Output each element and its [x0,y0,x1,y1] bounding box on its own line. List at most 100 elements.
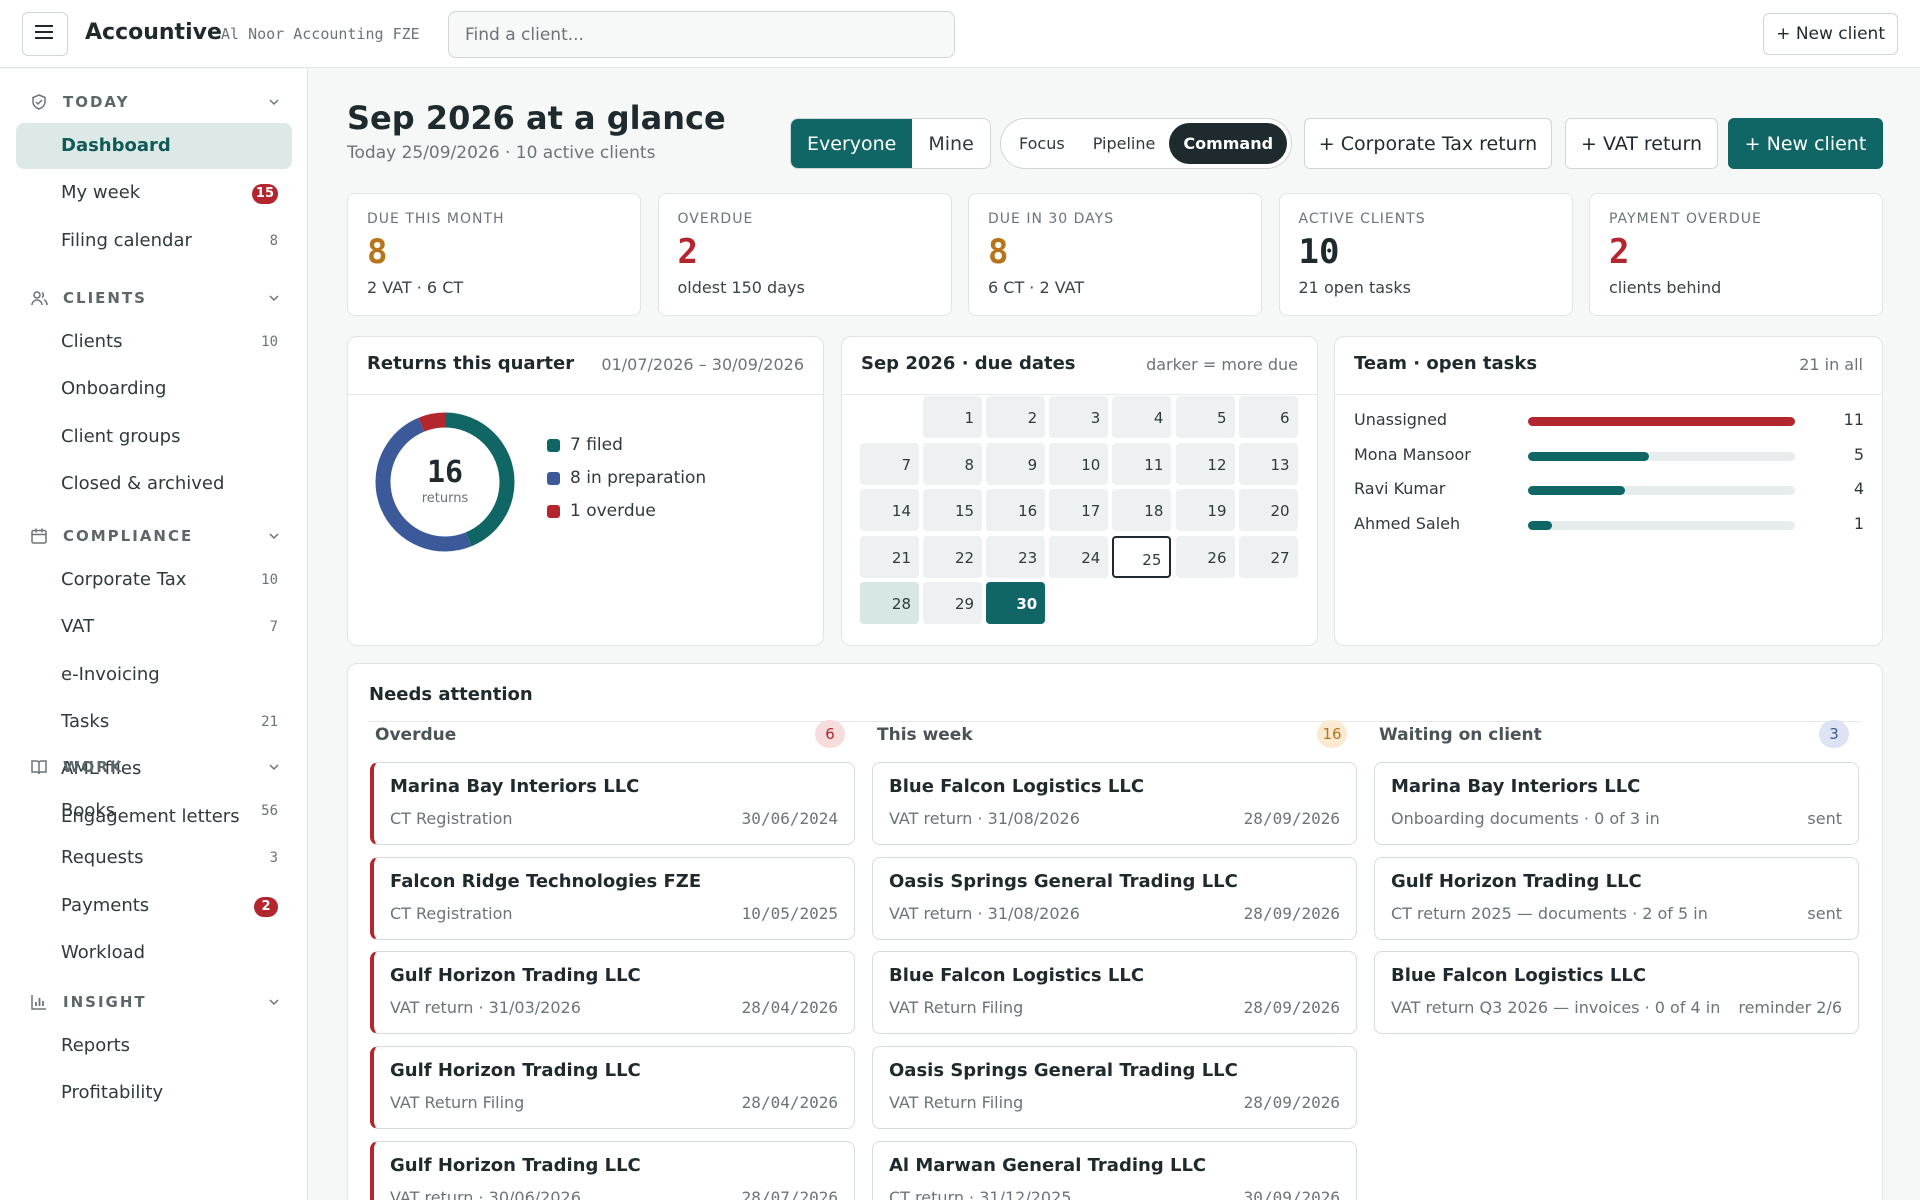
task-client-name: Marina Bay Interiors LLC [390,776,640,797]
calendar-day[interactable]: 7 [860,442,919,485]
calendar-day[interactable]: 8 [923,442,983,485]
calendar-day[interactable]: 22 [923,535,983,578]
sidebar-section-insight[interactable]: INSIGHT [0,984,307,1020]
attention-column-count: 16 [1317,720,1347,748]
task-client-name: Gulf Horizon Trading LLC [390,1060,641,1082]
team-bar-fill [1528,486,1626,496]
calendar-day[interactable]: 14 [860,489,919,531]
needs-attention-title: Needs attention [369,684,533,705]
calendar-day[interactable]: 9 [986,442,1046,485]
sidebar-section-compliance[interactable]: COMPLIANCE [0,518,307,554]
attention-task-card[interactable]: Al Marwan General Trading LLC CT return ·… [872,1140,1357,1200]
page-subtitle: Today 25/09/2026 · 10 active clients [347,143,656,163]
kpi-sub: 21 open tasks [1298,278,1411,297]
calendar-day[interactable]: 17 [1049,489,1109,531]
sidebar-item-workload[interactable]: Workload [16,930,292,976]
calendar-day[interactable]: 26 [1175,535,1235,578]
attention-task-card[interactable]: Oasis Springs General Trading LLC VAT ret… [872,856,1357,940]
sidebar-item-tasks[interactable]: Tasks 21 [16,699,292,745]
calendar-day[interactable]: 6 [1238,396,1298,438]
sidebar-item-vat[interactable]: VAT 7 [16,604,292,650]
sidebar-item-count: 8 [269,232,278,249]
sidebar-item-books[interactable]: Books 56 [16,788,292,834]
sidebar-item-filing-calendar[interactable]: Filing calendar 8 [16,218,292,264]
new-vat-return-button[interactable]: + VAT return [1565,118,1718,169]
calendar-day[interactable]: 4 [1112,396,1172,438]
attention-task-card[interactable]: Oasis Springs General Trading LLC VAT Ret… [872,1046,1357,1130]
sidebar-item-dashboard[interactable]: Dashboard [16,123,292,169]
sidebar-item-closed-archived[interactable]: Closed & archived [16,461,292,507]
attention-task-card[interactable]: Gulf Horizon Trading LLC CT return 2025 —… [1374,856,1859,940]
calendar-day[interactable]: 30 [986,582,1046,624]
calendar-day[interactable]: 1 [923,396,983,438]
attention-task-card[interactable]: Marina Bay Interiors LLC Onboarding docum… [1374,762,1859,845]
sidebar-item-label: Client groups [61,425,181,447]
calendar-day[interactable]: 3 [1049,396,1109,438]
sidebar-item-client-groups[interactable]: Client groups [16,414,292,460]
team-card: Team · open tasks 21 in all Unassigned 11… [1334,336,1883,646]
client-search-input[interactable] [448,11,955,58]
task-description: Onboarding documents · 0 of 3 in [1391,809,1660,828]
attention-task-card[interactable]: Blue Falcon Logistics LLC VAT Return Fili… [872,951,1357,1035]
team-row-ahmed-saleh[interactable]: Ahmed Saleh 1 [1354,514,1864,536]
attention-task-card[interactable]: Marina Bay Interiors LLC CT Registration 3… [370,762,855,845]
calendar-day[interactable]: 23 [986,535,1046,578]
sidebar-item-reports[interactable]: Reports [16,1023,292,1069]
calendar-day[interactable]: 24 [1049,535,1109,578]
attention-task-card[interactable]: Blue Falcon Logistics LLC VAT return Q3 2… [1374,951,1859,1035]
sidebar-item-label: Filing calendar [61,229,192,251]
calendar-day[interactable]: 16 [986,489,1046,531]
attention-task-card[interactable]: Gulf Horizon Trading LLC VAT return · 31/… [370,951,855,1035]
task-description: VAT Return Filing [889,998,1024,1018]
calendar-day[interactable]: 10 [1049,442,1109,485]
attention-task-card[interactable]: Blue Falcon Logistics LLC VAT return · 31… [872,762,1357,845]
scope-everyone[interactable]: Everyone [791,119,913,168]
sidebar-item-payments[interactable]: Payments 2 [16,883,292,929]
attention-task-card[interactable]: Gulf Horizon Trading LLC VAT Return Filin… [370,1046,855,1130]
sidebar-section-today[interactable]: TODAY [0,84,307,120]
attention-task-card[interactable]: Falcon Ridge Technologies FZE CT Registra… [370,856,855,940]
attention-task-card[interactable]: Gulf Horizon Trading LLC VAT return · 30/… [370,1140,855,1200]
sidebar-item-corporate-tax[interactable]: Corporate Tax 10 [16,557,292,603]
calendar-day[interactable]: 28 [860,582,919,624]
sidebar-item-onboarding[interactable]: Onboarding [16,366,292,412]
calendar-day[interactable]: 18 [1112,489,1172,531]
sidebar-section-clients[interactable]: CLIENTS [0,280,307,316]
calendar-day[interactable]: 20 [1238,489,1298,531]
new-ct-return-button[interactable]: + Corporate Tax return [1304,118,1552,169]
view-pipeline[interactable]: Pipeline [1079,123,1170,164]
scope-mine[interactable]: Mine [912,119,989,168]
kpi-label: DUE THIS MONTH [367,211,505,227]
team-row-mona-mansoor[interactable]: Mona Mansoor 5 [1354,445,1864,467]
calendar-day[interactable]: 11 [1112,442,1172,485]
calendar-day[interactable]: 13 [1238,442,1298,485]
kpi-value: 2 [1609,232,1630,272]
sidebar-item-label: Closed & archived [61,472,225,494]
calendar-day[interactable]: 15 [923,489,983,531]
new-client-button[interactable]: + New client [1728,118,1883,169]
calendar-day[interactable]: 5 [1175,396,1235,438]
sidebar-section-work[interactable]: WORK [0,749,307,785]
menu-button[interactable] [22,12,68,56]
team-row-ravi-kumar[interactable]: Ravi Kumar 4 [1354,479,1864,501]
calendar-day[interactable]: 21 [860,535,919,578]
calendar-day[interactable]: 27 [1238,535,1298,578]
calendar-day[interactable]: 19 [1175,489,1235,531]
view-command[interactable]: Command [1169,123,1288,164]
calendar-day[interactable]: 12 [1175,442,1235,485]
sidebar-item-profitability[interactable]: Profitability [16,1070,292,1116]
attention-column-count: 3 [1819,720,1849,748]
sidebar-item-e-invoicing[interactable]: e-Invoicing [16,652,292,698]
top-new-client-button[interactable]: + New client [1763,13,1898,55]
top-bar: Accountive Al Noor Accounting FZE + New … [0,0,1920,68]
task-status: sent [1807,809,1842,828]
view-focus[interactable]: Focus [1005,123,1079,164]
calendar-day[interactable]: 25 [1112,535,1172,578]
sidebar-item-requests[interactable]: Requests 3 [16,835,292,881]
calendar-day[interactable]: 2 [986,396,1046,438]
calendar-day[interactable]: 29 [923,582,983,624]
sidebar-item-my-week[interactable]: My week 15 [16,170,292,216]
task-client-name: Oasis Springs General Trading LLC [889,1060,1238,1082]
sidebar-item-clients[interactable]: Clients 10 [16,319,292,365]
team-row-unassigned[interactable]: Unassigned 11 [1354,410,1864,432]
